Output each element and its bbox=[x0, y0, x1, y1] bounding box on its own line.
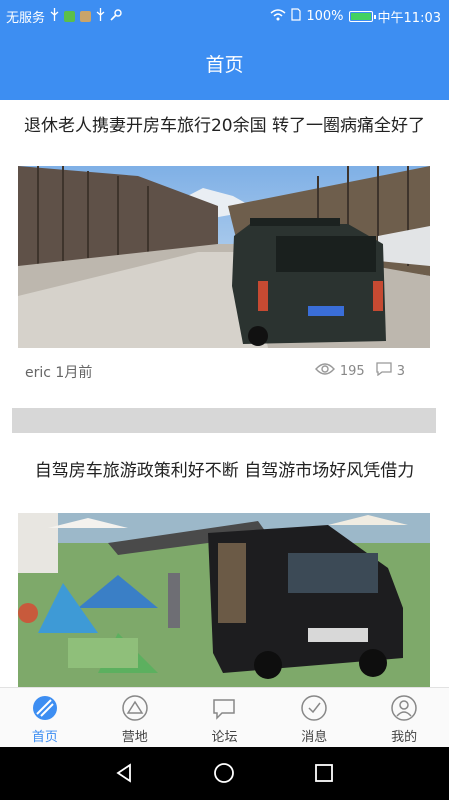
article-card[interactable]: 退休老人携妻开房车旅行20余国 转了一圈病痛全好了 eric 1月前 195 3 bbox=[0, 100, 449, 400]
tab-messages-label: 消息 bbox=[301, 730, 328, 745]
article-meta: eric 1月前 195 3 bbox=[25, 362, 405, 382]
tab-forum-label: 论坛 bbox=[211, 730, 238, 745]
usb-icon bbox=[50, 8, 59, 25]
home-button-icon[interactable] bbox=[212, 761, 236, 785]
tab-home[interactable]: 首页 bbox=[0, 688, 90, 748]
comment-icon bbox=[376, 362, 392, 380]
author-time: eric 1月前 bbox=[25, 365, 93, 381]
article-card[interactable]: 自驾房车旅游政策利好不断 自驾游市场好风凭借力 bbox=[0, 445, 449, 687]
recents-icon[interactable] bbox=[312, 761, 336, 785]
view-count: 195 bbox=[339, 363, 365, 379]
article-image[interactable] bbox=[18, 166, 430, 348]
tab-forum[interactable]: 论坛 bbox=[180, 688, 270, 748]
clock: 中午11:03 bbox=[377, 11, 441, 26]
article-feed[interactable]: 退休老人携妻开房车旅行20余国 转了一圈病痛全好了 eric 1月前 195 3… bbox=[0, 100, 449, 687]
app-notification-icon bbox=[80, 11, 92, 22]
tab-profile[interactable]: 我的 bbox=[359, 688, 449, 748]
battery-icon bbox=[348, 11, 376, 22]
tab-messages[interactable]: 消息 bbox=[269, 688, 359, 748]
tab-profile-label: 我的 bbox=[391, 730, 418, 745]
forum-icon bbox=[210, 694, 238, 722]
status-left: 无服务 bbox=[6, 7, 122, 26]
section-divider bbox=[12, 408, 436, 433]
usb-icon bbox=[96, 8, 105, 25]
article-title[interactable]: 自驾房车旅游政策利好不断 自驾游市场好风凭借力 bbox=[0, 459, 449, 484]
bottom-nav: 首页 营地 论坛 消息 我的 bbox=[0, 687, 449, 747]
eye-icon bbox=[314, 362, 335, 380]
status-right: 100% 中午11:03 bbox=[270, 7, 441, 26]
system-nav-bar bbox=[0, 747, 449, 800]
camp-icon bbox=[121, 694, 149, 722]
article-image[interactable] bbox=[18, 513, 430, 687]
battery-percent: 100% bbox=[306, 9, 344, 24]
profile-icon bbox=[390, 694, 418, 722]
tab-camp[interactable]: 营地 bbox=[90, 688, 180, 748]
tab-home-label: 首页 bbox=[31, 730, 58, 745]
carrier-label: 无服务 bbox=[6, 11, 46, 26]
status-bar: 无服务 100% 中午11:03 bbox=[0, 0, 449, 30]
article-title[interactable]: 退休老人携妻开房车旅行20余国 转了一圈病痛全好了 bbox=[0, 114, 449, 139]
article-stats: 195 3 bbox=[314, 362, 405, 380]
page-title: 首页 bbox=[205, 54, 244, 76]
app-bar: 首页 bbox=[0, 30, 449, 100]
message-icon bbox=[300, 694, 328, 722]
home-icon bbox=[31, 694, 59, 722]
back-icon[interactable] bbox=[112, 761, 136, 785]
tab-camp-label: 营地 bbox=[121, 730, 148, 745]
comment-count: 3 bbox=[396, 363, 405, 379]
wechat-icon bbox=[64, 11, 76, 22]
wrench-icon bbox=[110, 8, 122, 25]
wifi-icon bbox=[270, 8, 286, 25]
sim-icon bbox=[291, 8, 301, 25]
